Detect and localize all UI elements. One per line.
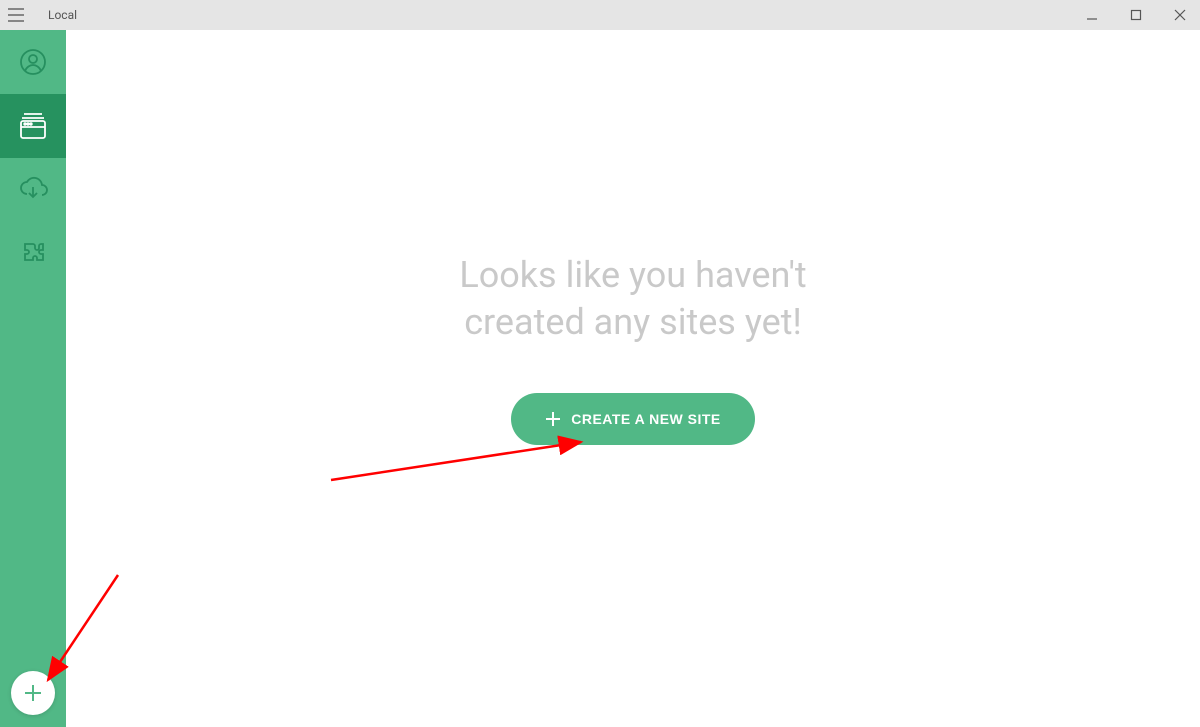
- close-button[interactable]: [1168, 3, 1192, 27]
- user-icon: [19, 48, 47, 76]
- empty-state-heading: Looks like you haven't created any sites…: [459, 252, 806, 346]
- plus-icon: [22, 682, 44, 704]
- main-content: Looks like you haven't created any sites…: [66, 30, 1200, 727]
- add-site-fab[interactable]: [11, 671, 55, 715]
- sidebar: [0, 30, 66, 727]
- sidebar-item-account[interactable]: [0, 30, 66, 94]
- cloud-download-icon: [18, 175, 48, 205]
- titlebar-left: Local: [8, 8, 77, 22]
- sites-icon: [18, 111, 48, 141]
- create-site-button[interactable]: CREATE A NEW SITE: [511, 393, 755, 445]
- menu-icon[interactable]: [8, 8, 24, 22]
- empty-state-line1: Looks like you haven't: [459, 254, 806, 296]
- sidebar-item-addons[interactable]: [0, 222, 66, 286]
- titlebar: Local: [0, 0, 1200, 30]
- plus-icon: [545, 411, 561, 427]
- empty-state-line2: created any sites yet!: [464, 301, 802, 343]
- sidebar-item-connect[interactable]: [0, 158, 66, 222]
- puzzle-icon: [19, 240, 47, 268]
- window-controls: [1080, 3, 1192, 27]
- app-body: Looks like you haven't created any sites…: [0, 30, 1200, 727]
- minimize-button[interactable]: [1080, 3, 1104, 27]
- app-title: Local: [48, 8, 77, 22]
- create-site-button-label: CREATE A NEW SITE: [571, 411, 721, 427]
- sidebar-item-sites[interactable]: [0, 94, 66, 158]
- maximize-button[interactable]: [1124, 3, 1148, 27]
